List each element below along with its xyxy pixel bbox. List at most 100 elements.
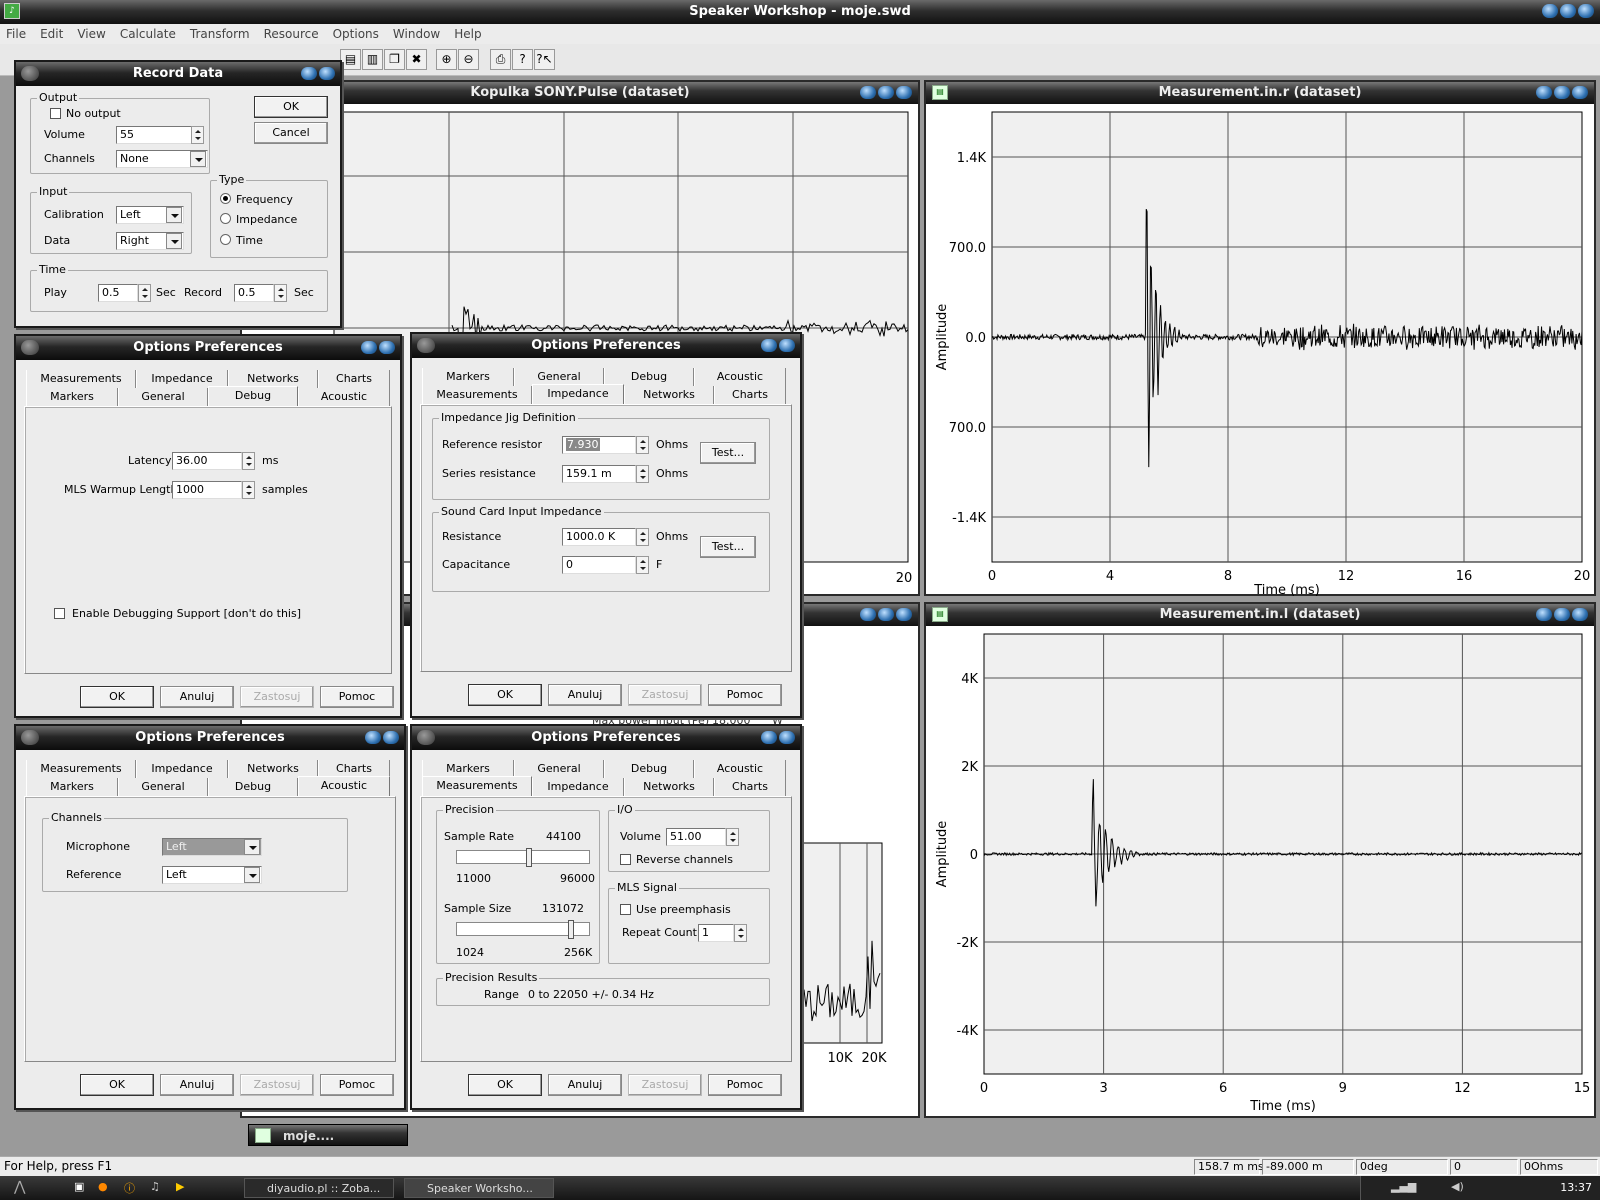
minimize-icon[interactable] — [365, 731, 381, 744]
volume-icon[interactable]: ◀) — [1451, 1180, 1464, 1193]
tab-charts[interactable]: Charts — [318, 370, 390, 388]
close-icon[interactable] — [779, 339, 795, 352]
tab-debug[interactable]: Debug — [604, 760, 694, 778]
tab-markers[interactable]: Markers — [26, 778, 118, 796]
tab-markers[interactable]: Markers — [26, 388, 118, 406]
minimize-icon[interactable] — [1542, 4, 1558, 18]
tab-acoustic[interactable]: Acoustic — [694, 760, 786, 778]
dialog-title-bar[interactable]: Options Preferences — [16, 336, 400, 360]
ok-button[interactable]: OK — [468, 1074, 542, 1096]
latency-input[interactable]: 36.00 — [172, 452, 242, 470]
minimized-window[interactable]: moje.... — [248, 1124, 408, 1146]
sample-size-thumb[interactable] — [567, 920, 574, 939]
system-menu-icon[interactable] — [417, 338, 435, 353]
tab-debug[interactable]: Debug — [208, 778, 298, 796]
mls-warmup-input[interactable]: 1000 — [172, 481, 242, 499]
system-menu-icon[interactable] — [21, 340, 39, 355]
media-icon[interactable]: ♫ — [150, 1180, 160, 1193]
firefox-icon[interactable]: ● — [98, 1180, 108, 1193]
menu-options[interactable]: Options — [333, 27, 379, 41]
minimize-icon[interactable] — [761, 339, 777, 352]
cancel-button[interactable]: Anuluj — [548, 684, 622, 706]
enable-debugging-checkbox[interactable] — [54, 608, 65, 619]
system-menu-icon[interactable] — [417, 730, 435, 745]
tab-markers[interactable]: Markers — [422, 368, 514, 386]
help-icon[interactable]: ? — [512, 49, 533, 70]
chevron-down-icon[interactable] — [244, 839, 260, 855]
tab-measurements[interactable]: Measurements — [26, 760, 136, 778]
zoom-out-icon[interactable]: ⊖ — [458, 49, 479, 70]
sample-rate-thumb[interactable] — [526, 848, 533, 867]
ok-button[interactable]: OK — [80, 686, 154, 708]
test-soundcard-button[interactable]: Test... — [700, 536, 756, 558]
menu-help[interactable]: Help — [454, 27, 481, 41]
system-menu-icon[interactable] — [21, 730, 39, 745]
type-time-radio[interactable] — [220, 234, 231, 245]
minimize-icon[interactable] — [1536, 608, 1552, 621]
record-spinner[interactable] — [274, 284, 287, 302]
menu-transform[interactable]: Transform — [190, 27, 250, 41]
maximize-icon[interactable] — [878, 86, 894, 99]
help-button[interactable]: Pomoc — [708, 1074, 782, 1096]
series-resistance-spinner[interactable] — [636, 465, 649, 483]
plot-window-title[interactable]: ▤ Measurement.in.l (dataset) — [926, 604, 1594, 626]
reference-resistor-spinner[interactable] — [636, 436, 649, 454]
close-icon[interactable] — [896, 608, 912, 621]
no-output-checkbox[interactable] — [50, 108, 61, 119]
taskbar-speaker-workshop[interactable]: Speaker Worksho... — [404, 1178, 554, 1198]
zoom-in-icon[interactable]: ⊕ — [436, 49, 457, 70]
dialog-title-bar[interactable]: Options Preferences — [412, 726, 800, 750]
info-icon[interactable]: ⓘ — [124, 1180, 135, 1196]
plot-window-left[interactable]: ▤ Measurement.in.l (dataset) 0 3 6 9 12 15 4K 2K… — [924, 602, 1596, 1118]
start-icon[interactable]: ⋀ — [14, 1179, 25, 1195]
mls-warmup-spinner[interactable] — [242, 481, 255, 499]
sample-rate-slider[interactable] — [456, 848, 590, 867]
io-volume-spinner[interactable] — [726, 828, 739, 846]
menu-resource[interactable]: Resource — [264, 27, 319, 41]
apply-button[interactable]: Zastosuj — [240, 1074, 314, 1096]
repeat-count-input[interactable]: 1 — [698, 924, 734, 942]
minimize-icon[interactable] — [1536, 86, 1552, 99]
reverse-channels-checkbox[interactable] — [620, 854, 631, 865]
latency-spinner[interactable] — [242, 452, 255, 470]
ok-button[interactable]: OK — [254, 96, 328, 118]
close-icon[interactable] — [779, 731, 795, 744]
tab-measurements[interactable]: Measurements — [422, 386, 532, 404]
window-controls[interactable] — [1542, 4, 1594, 18]
minimize-icon[interactable] — [860, 608, 876, 621]
close-icon[interactable] — [319, 67, 335, 80]
apply-button[interactable]: Zastosuj — [628, 1074, 702, 1096]
minimize-icon[interactable] — [361, 341, 377, 354]
close-icon[interactable] — [1572, 608, 1588, 621]
menu-file[interactable]: File — [6, 27, 26, 41]
copy-icon[interactable]: ❐ — [384, 49, 405, 70]
sample-size-slider[interactable] — [456, 920, 590, 939]
minimize-icon[interactable] — [301, 67, 317, 80]
plot-window-right[interactable]: ▤ Measurement.in.r (dataset) 0 4 8 12 16 20 1.4… — [924, 80, 1596, 596]
tab-measurements[interactable]: Measurements — [422, 776, 532, 796]
volume-input[interactable]: 55 — [116, 126, 192, 144]
volume-spinner[interactable] — [191, 126, 204, 144]
play-spinner[interactable] — [138, 284, 151, 302]
minimize-icon[interactable] — [860, 86, 876, 99]
capacitance-input[interactable]: 0 — [562, 556, 636, 574]
chevron-down-icon[interactable] — [190, 151, 206, 167]
close-icon[interactable] — [1578, 4, 1594, 18]
close-icon[interactable] — [383, 731, 399, 744]
tab-networks[interactable]: Networks — [624, 386, 714, 404]
graph-icon[interactable]: ▥ — [362, 49, 383, 70]
tab-general[interactable]: General — [118, 778, 208, 796]
dialog-title-bar[interactable]: Record Data — [16, 62, 340, 86]
maximize-icon[interactable] — [1554, 86, 1570, 99]
maximize-icon[interactable] — [1560, 4, 1576, 18]
chevron-down-icon[interactable] — [166, 233, 182, 249]
type-frequency-radio[interactable] — [220, 193, 231, 204]
cancel-button[interactable]: Anuluj — [548, 1074, 622, 1096]
ok-button[interactable]: OK — [80, 1074, 154, 1096]
app-icon[interactable]: ♪ — [4, 3, 20, 19]
taskbar-browser[interactable]: diyaudio.pl :: Zoba... — [244, 1178, 394, 1198]
resistance-spinner[interactable] — [636, 528, 649, 546]
close-icon[interactable] — [896, 86, 912, 99]
plot-window-title[interactable]: ▤ Measurement.in.r (dataset) — [926, 82, 1594, 104]
tab-measurements[interactable]: Measurements — [26, 370, 136, 388]
